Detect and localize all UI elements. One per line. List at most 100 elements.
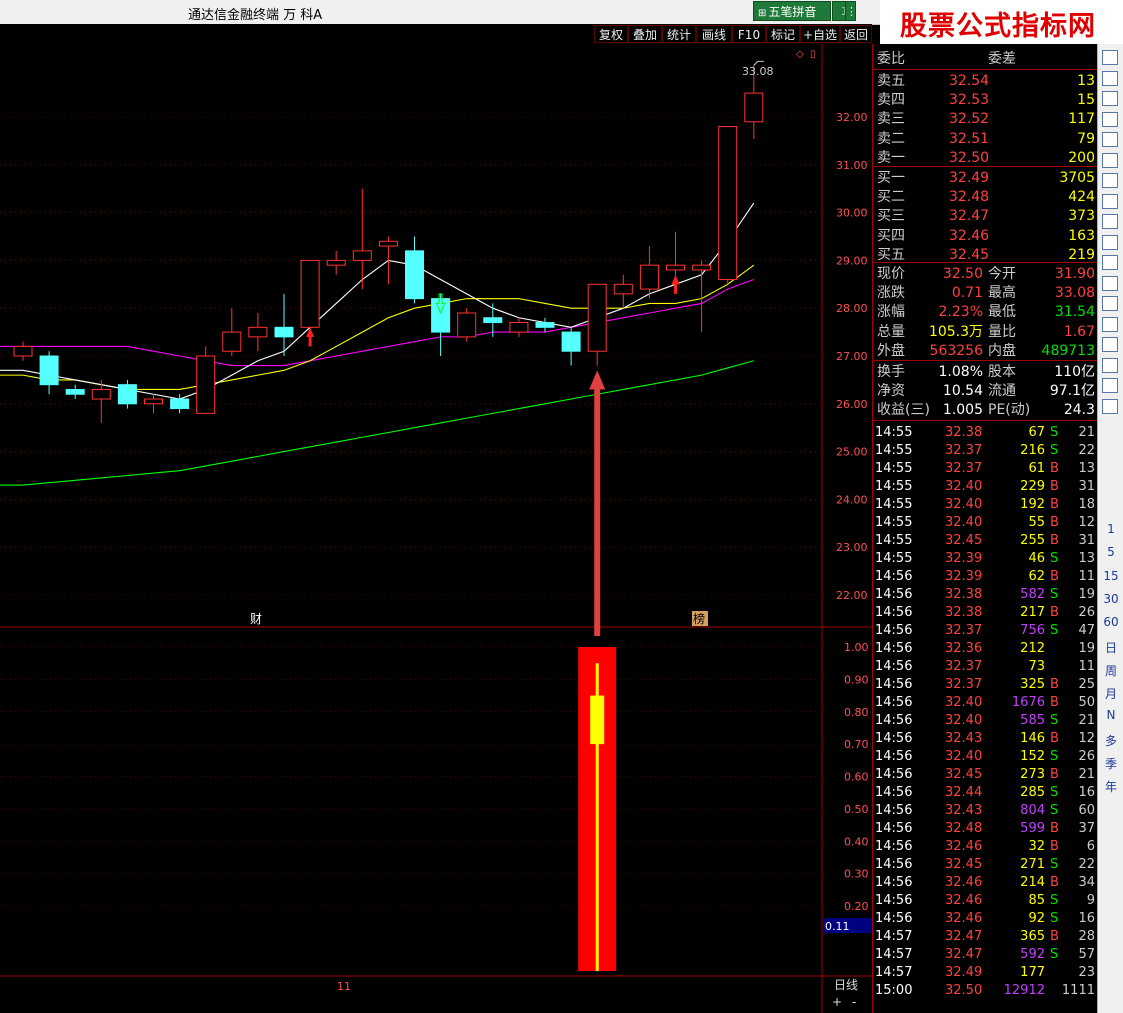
indicator-panel bbox=[578, 370, 617, 971]
candle-body bbox=[405, 250, 424, 300]
indicator-tick: 1.00 bbox=[844, 641, 869, 654]
bid-row[interactable]: 买二 32.48 424 bbox=[873, 188, 1097, 207]
overlay-button[interactable]: 叠加 bbox=[628, 25, 662, 43]
circle-icon[interactable] bbox=[1102, 275, 1118, 291]
bid-row[interactable]: 买一 32.49 3705 bbox=[873, 169, 1097, 188]
high-price-label: 33.08 bbox=[742, 65, 774, 78]
fuquan-button[interactable]: 复权 bbox=[594, 25, 628, 43]
f5-icon[interactable] bbox=[1102, 378, 1118, 393]
tick-row: 14:56 32.46 214 B 34 bbox=[875, 875, 1095, 890]
period-2[interactable]: 15 bbox=[1098, 569, 1123, 583]
indicator-tick: 0.30 bbox=[844, 868, 869, 881]
rsi-icon[interactable] bbox=[1102, 316, 1118, 332]
statistics-button[interactable]: 统计 bbox=[662, 25, 696, 43]
grid-icon[interactable]: ⋮ bbox=[845, 1, 857, 21]
pen-icon[interactable] bbox=[1102, 357, 1118, 373]
period-8[interactable]: N bbox=[1098, 708, 1123, 722]
bang-marker[interactable]: 榜 bbox=[693, 611, 705, 626]
stat-row[interactable]: 涨跌 0.71 最高 33.08 bbox=[873, 284, 1097, 303]
list-icon[interactable] bbox=[1102, 91, 1118, 106]
period-3[interactable]: 30 bbox=[1098, 592, 1123, 606]
tick-row: 14:55 32.37 61 B 13 bbox=[875, 461, 1095, 476]
clock-icon[interactable] bbox=[1102, 255, 1118, 270]
mark-button[interactable]: 标记 bbox=[766, 25, 800, 43]
back-button[interactable]: 返回 bbox=[840, 25, 872, 43]
table-icon[interactable] bbox=[1102, 111, 1118, 127]
period-10[interactable]: 季 bbox=[1098, 755, 1123, 772]
candle-body bbox=[718, 126, 738, 281]
tick-row: 14:56 32.40 585 S 21 bbox=[875, 713, 1095, 728]
quote-panel: 委比 委差 卖五 32.54 13 卖四 32.53 15 卖三 32.52 117 卖二 32.5… bbox=[872, 44, 1097, 1013]
stat-row[interactable]: 涨幅 2.23% 最低 31.54 bbox=[873, 303, 1097, 322]
zoom-out-button[interactable]: - bbox=[852, 995, 856, 1009]
candle-body bbox=[666, 264, 685, 271]
fundamental-row[interactable]: 换手 1.08% 股本 110亿 bbox=[873, 363, 1097, 382]
candle-body bbox=[378, 240, 398, 247]
fundamental-row[interactable]: 收益(三) 1.005 PE(动) 24.3 bbox=[873, 401, 1097, 420]
stat-row[interactable]: 外盘 563256 内盘 489713 bbox=[873, 342, 1097, 361]
ma5-path bbox=[0, 202, 755, 400]
period-6[interactable]: 周 bbox=[1098, 662, 1123, 679]
skin-input-button[interactable]: ⊞ 五笔拼音 bbox=[753, 1, 831, 21]
add-watchlist-button[interactable]: +自选 bbox=[800, 25, 840, 43]
period-5[interactable]: 日 bbox=[1098, 639, 1123, 656]
arrow-up-icon[interactable] bbox=[1102, 50, 1118, 65]
wave-icon[interactable] bbox=[1102, 296, 1118, 311]
ask-row[interactable]: 卖三 32.52 117 bbox=[873, 110, 1097, 129]
tick-row: 14:57 32.49 177 23 bbox=[875, 965, 1095, 980]
tick-row: 14:56 32.36 212 19 bbox=[875, 641, 1095, 656]
candle-body bbox=[431, 298, 451, 333]
price-tick: 31.00 bbox=[836, 159, 868, 172]
ask-row[interactable]: 卖四 32.53 15 bbox=[873, 91, 1097, 110]
ask-row[interactable]: 卖五 32.54 13 bbox=[873, 72, 1097, 91]
draw-line-button[interactable]: 画线 bbox=[696, 25, 732, 43]
period-11[interactable]: 年 bbox=[1098, 778, 1123, 795]
price-tick: 29.00 bbox=[836, 254, 868, 267]
price-tick: 27.00 bbox=[836, 350, 868, 363]
ask-row[interactable]: 卖二 32.51 79 bbox=[873, 130, 1097, 149]
tick-row: 14:56 32.48 599 B 37 bbox=[875, 821, 1095, 836]
candle-body bbox=[91, 388, 111, 400]
tick-row: 14:56 32.46 92 S 16 bbox=[875, 911, 1095, 926]
period-7[interactable]: 月 bbox=[1098, 685, 1123, 702]
chart-grid bbox=[0, 44, 872, 1013]
bid-row[interactable]: 买三 32.47 373 bbox=[873, 207, 1097, 226]
bid-row[interactable]: 买五 32.45 219 bbox=[873, 246, 1097, 265]
period-4[interactable]: 60 bbox=[1098, 615, 1123, 629]
move-icon[interactable] bbox=[1102, 337, 1118, 352]
candle-body bbox=[613, 283, 633, 295]
bid-row[interactable]: 买四 32.46 163 bbox=[873, 227, 1097, 246]
news-icon[interactable] bbox=[1102, 214, 1118, 229]
zoom-in-button[interactable]: + bbox=[832, 995, 842, 1009]
candle-body bbox=[13, 345, 33, 357]
tick-row: 14:57 32.47 592 S 57 bbox=[875, 947, 1095, 962]
period-1[interactable]: 5 bbox=[1098, 545, 1123, 559]
f10-button[interactable]: F10 bbox=[732, 25, 766, 43]
tick-row: 14:56 32.43 146 B 12 bbox=[875, 731, 1095, 746]
ask-row[interactable]: 卖一 32.50 200 bbox=[873, 149, 1097, 168]
annotation-arrow-icon bbox=[589, 370, 606, 636]
candle-body bbox=[535, 322, 555, 328]
tick-row: 14:55 32.40 229 B 31 bbox=[875, 479, 1095, 494]
f12-icon[interactable] bbox=[1102, 234, 1118, 250]
compare-icon[interactable] bbox=[1102, 173, 1118, 188]
window-icon[interactable]: ▯ bbox=[810, 49, 816, 60]
period-0[interactable]: 1 bbox=[1098, 522, 1123, 536]
tick-row: 14:55 32.40 55 B 12 bbox=[875, 515, 1095, 530]
line-chart-icon[interactable] bbox=[1102, 132, 1118, 147]
stat-row[interactable]: 总量 105.3万 量比 1.67 bbox=[873, 323, 1097, 342]
diamond-icon[interactable]: ◇ bbox=[796, 49, 804, 60]
tick-row: 14:56 32.37 325 B 25 bbox=[875, 677, 1095, 692]
price-tick: 25.00 bbox=[836, 446, 868, 459]
stat-row[interactable]: 现价 32.50 今开 31.90 bbox=[873, 265, 1097, 284]
fundamental-row[interactable]: 净资 10.54 流通 97.1亿 bbox=[873, 382, 1097, 401]
f10-icon[interactable] bbox=[1102, 193, 1118, 209]
tick-row: 14:56 32.46 85 S 9 bbox=[875, 893, 1095, 908]
period-label[interactable]: 日线 bbox=[834, 978, 858, 992]
period-9[interactable]: 多 bbox=[1098, 732, 1123, 749]
kline-chart[interactable]: 32.00 31.00 30.00 29.00 28.00 27.00 26.00 25.00… bbox=[0, 44, 872, 1013]
kline-icon[interactable] bbox=[1102, 152, 1118, 168]
refresh-icon[interactable] bbox=[1102, 398, 1118, 414]
finance-marker[interactable]: 财 bbox=[250, 612, 262, 626]
arrow-down-icon[interactable] bbox=[1102, 70, 1118, 86]
